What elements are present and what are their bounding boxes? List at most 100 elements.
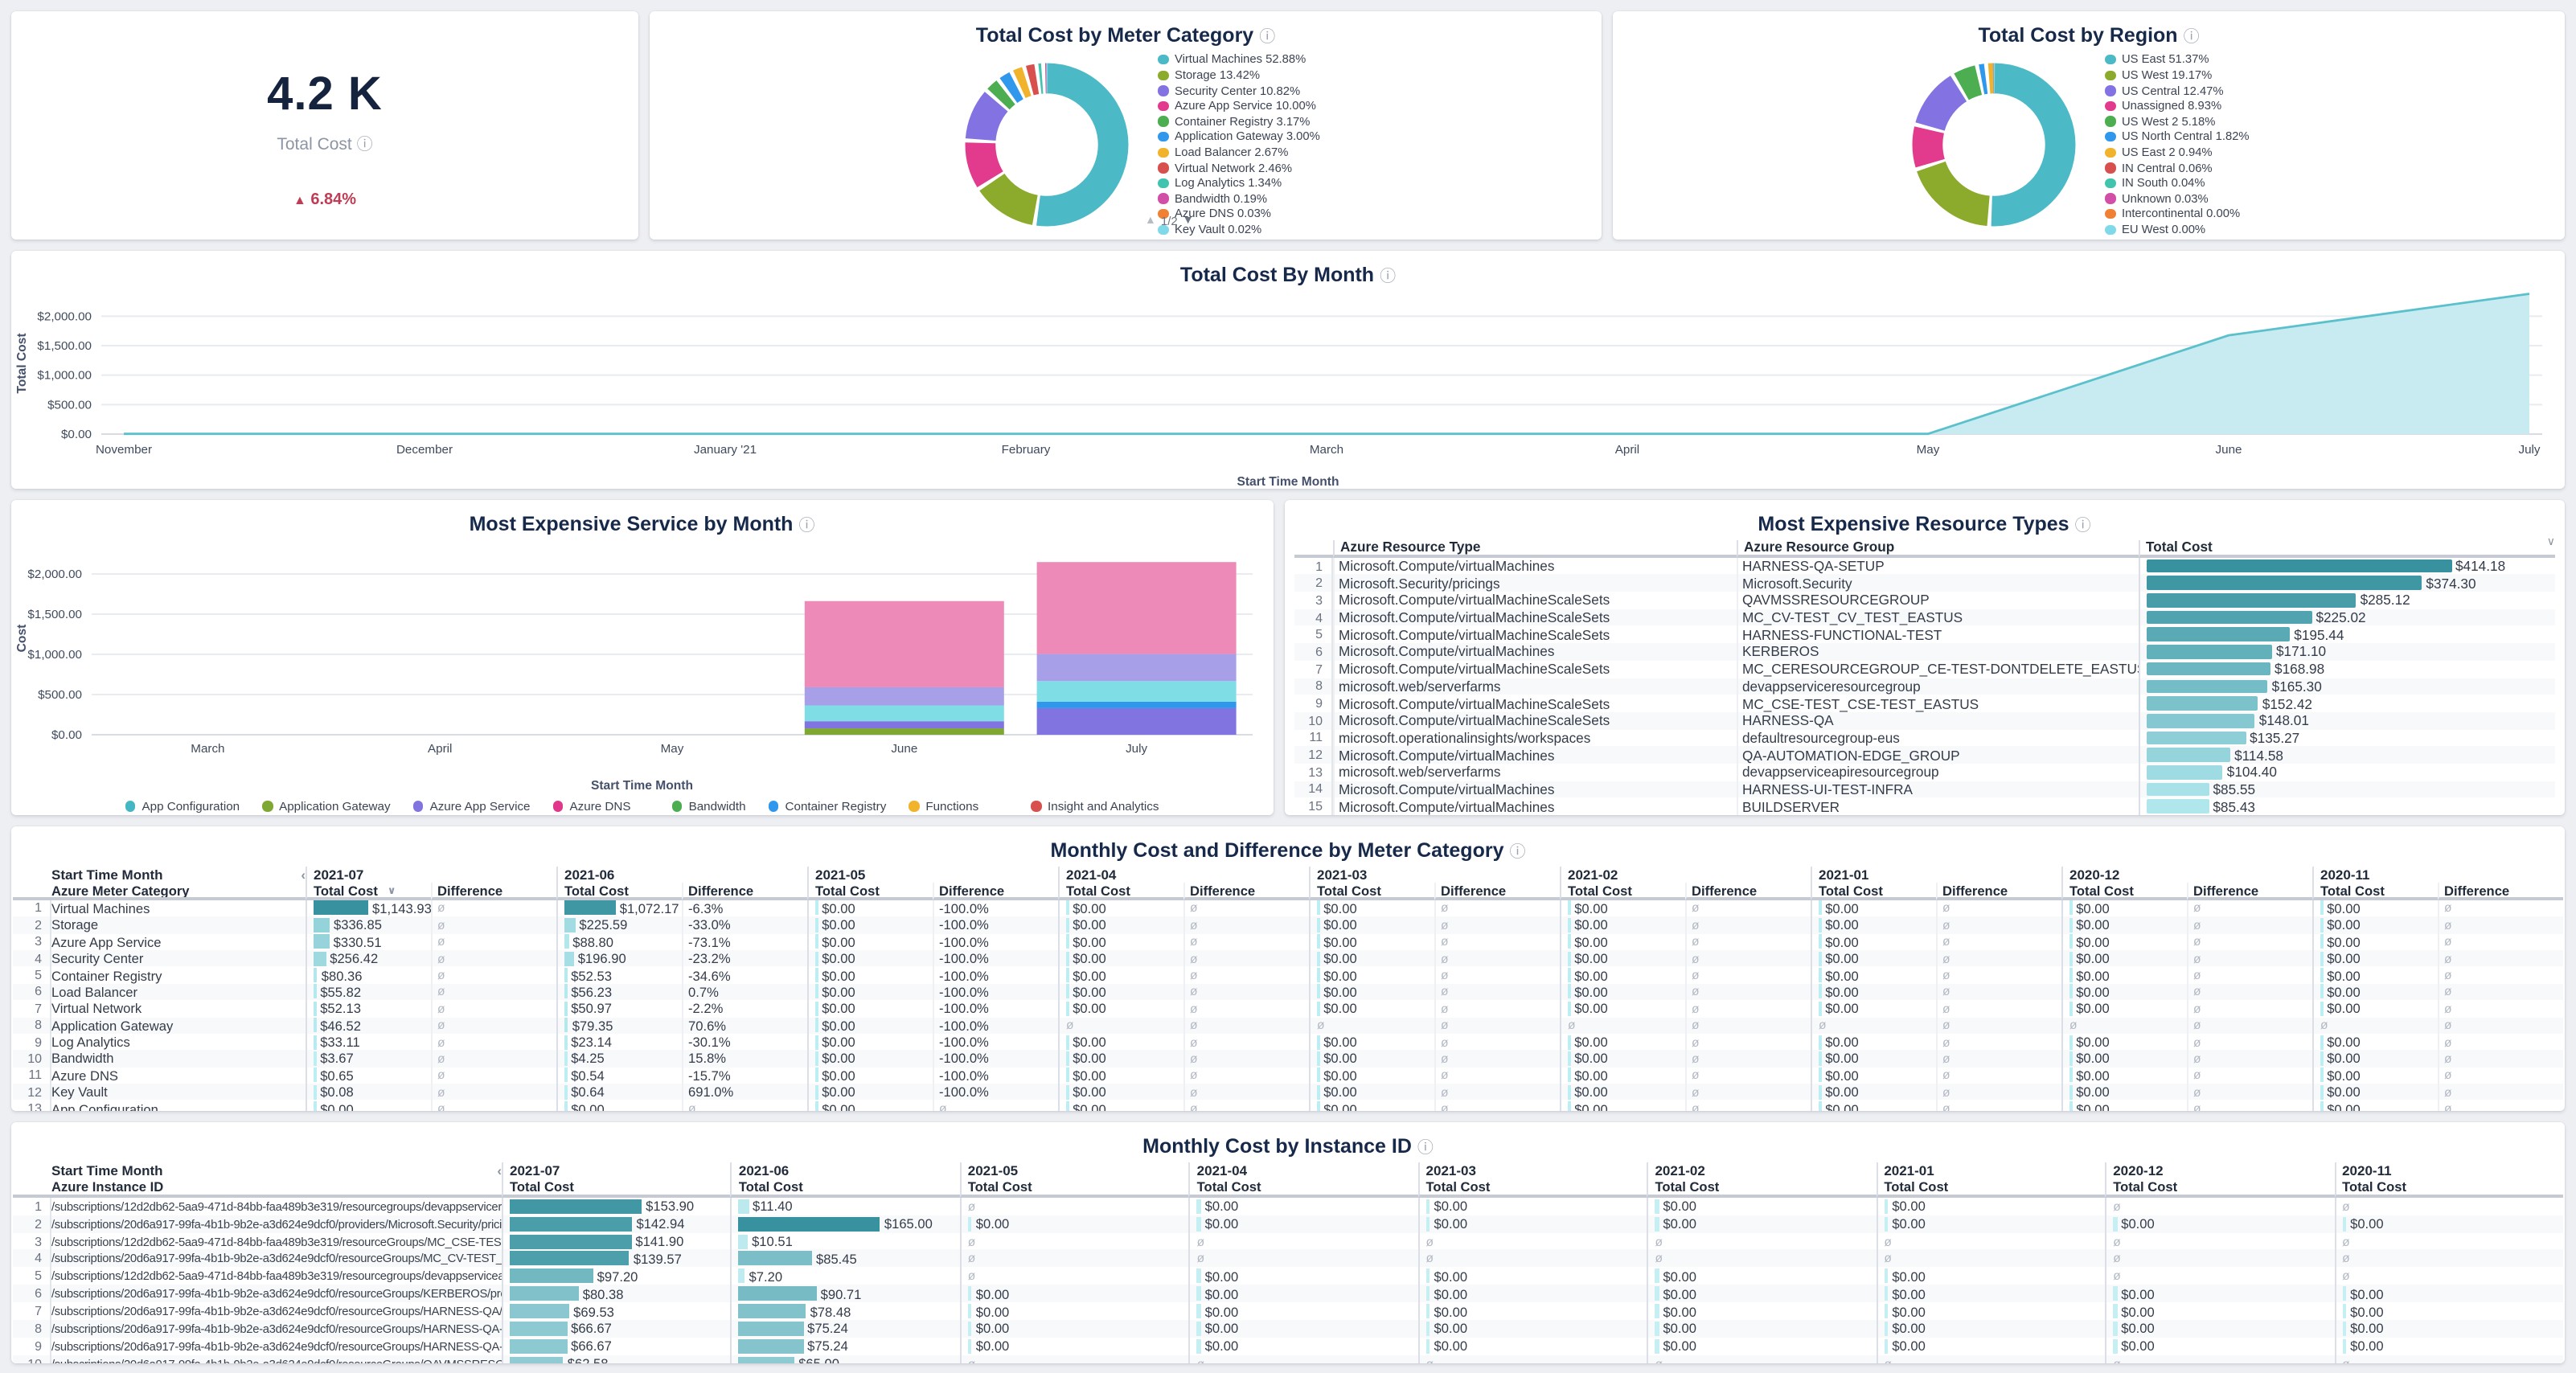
- legend-item[interactable]: Azure App Service: [413, 797, 531, 815]
- info-icon[interactable]: ⓘ: [798, 518, 814, 535]
- legend-item[interactable]: IN South 0.04%: [2105, 175, 2250, 191]
- legend-item[interactable]: Virtual Machines 52.88%: [1158, 52, 1320, 68]
- legend-item[interactable]: Container Registry: [769, 797, 887, 815]
- info-icon[interactable]: ⓘ: [357, 137, 373, 154]
- legend-item[interactable]: Azure App Service 10.00%: [1158, 98, 1320, 113]
- month-header[interactable]: 2021-06: [731, 1162, 960, 1180]
- meter-category-donut[interactable]: [952, 50, 1142, 240]
- difference-subheader[interactable]: Difference: [1936, 883, 2061, 900]
- sort-down-icon[interactable]: ∨: [2547, 535, 2555, 548]
- legend-item[interactable]: Bandwidth 0.19%: [1158, 191, 1320, 207]
- month-header[interactable]: 2020-11: [2334, 1162, 2563, 1180]
- total-cost-subheader[interactable]: Total Cost: [1876, 1180, 2105, 1198]
- info-icon[interactable]: ⓘ: [1380, 268, 1396, 286]
- page-up-icon[interactable]: ▲: [1145, 215, 1156, 227]
- total-cost-subheader[interactable]: Total Cost: [1058, 883, 1183, 900]
- legend-item[interactable]: Intercontinental 0.00%: [2105, 207, 2250, 222]
- sort-down-icon[interactable]: ∨: [388, 883, 396, 896]
- month-header[interactable]: 2021-01: [1876, 1162, 2105, 1180]
- total-cost-subheader[interactable]: Total Cost: [1309, 883, 1434, 900]
- bar-segment-storage[interactable]: [805, 687, 1004, 706]
- legend-item[interactable]: Application Gateway: [262, 797, 390, 815]
- legend-item[interactable]: EU West 0.00%: [2105, 222, 2250, 237]
- total-cost-subheader[interactable]: Total Cost: [731, 1180, 960, 1198]
- total-cost-subheader[interactable]: Total Cost: [502, 1180, 731, 1198]
- difference-subheader[interactable]: Difference: [1183, 883, 1309, 900]
- legend-item[interactable]: US North Central 1.82%: [2105, 129, 2250, 145]
- legend-item[interactable]: Application Gateway 3.00%: [1158, 129, 1320, 145]
- info-icon[interactable]: ⓘ: [2075, 518, 2091, 535]
- bar-segment-virtual-machines[interactable]: [1037, 562, 1237, 654]
- info-icon[interactable]: ⓘ: [2184, 29, 2200, 47]
- total-cost-subheader[interactable]: Total Cost: [1189, 1180, 1418, 1198]
- total-cost-area-chart[interactable]: $0.00$500.00$1,000.00$1,500.00$2,000.00N…: [11, 286, 2562, 469]
- bar-segment-container-registry[interactable]: [1037, 702, 1237, 708]
- total-cost-subheader[interactable]: Total Cost: [1647, 1180, 1876, 1198]
- month-header[interactable]: 2021-03: [1418, 1162, 1647, 1180]
- difference-subheader[interactable]: Difference: [431, 883, 556, 900]
- month-header[interactable]: 2021-04: [1058, 867, 1309, 883]
- legend-item[interactable]: US East 51.37%: [2105, 52, 2250, 68]
- total-cost-subheader[interactable]: Total Cost: [1418, 1180, 1647, 1198]
- column-header[interactable]: Azure Resource Type: [1332, 540, 1736, 557]
- service-stacked-bar-chart[interactable]: $0.00$500.00$1,000.00$1,500.00$2,000.00M…: [11, 535, 1265, 773]
- column-header[interactable]: Azure Resource Group: [1736, 540, 2138, 557]
- bar-segment-virtual-machines[interactable]: [805, 601, 1004, 687]
- month-header[interactable]: 2020-12: [2061, 867, 2312, 883]
- total-cost-subheader[interactable]: Total Cost: [2334, 1180, 2563, 1198]
- bar-segment-azure-app-service[interactable]: [1037, 708, 1237, 735]
- legend-item[interactable]: Virtual Network 2.46%: [1158, 160, 1320, 175]
- month-header[interactable]: 2020-12: [2105, 1162, 2334, 1180]
- total-cost-subheader[interactable]: Total Cost: [1560, 883, 1685, 900]
- month-header[interactable]: 2021-02: [1560, 867, 1811, 883]
- difference-subheader[interactable]: Difference: [2187, 883, 2312, 900]
- difference-subheader[interactable]: Difference: [682, 883, 807, 900]
- total-cost-subheader[interactable]: Total Cost: [960, 1180, 1189, 1198]
- legend-item[interactable]: US West 19.17%: [2105, 68, 2250, 83]
- month-header[interactable]: 2021-07: [502, 1162, 731, 1180]
- legend-item[interactable]: Functions: [909, 797, 1008, 815]
- month-header[interactable]: 2020-11: [2312, 867, 2563, 883]
- difference-subheader[interactable]: Difference: [1434, 883, 1560, 900]
- total-cost-subheader[interactable]: Total Cost: [2105, 1180, 2334, 1198]
- month-header[interactable]: 2021-04: [1189, 1162, 1418, 1180]
- month-header[interactable]: 2021-07: [306, 867, 556, 883]
- total-cost-subheader[interactable]: Total Cost: [807, 883, 933, 900]
- difference-subheader[interactable]: Difference: [2438, 883, 2563, 900]
- legend-item[interactable]: Storage 13.42%: [1158, 68, 1320, 83]
- legend-item[interactable]: IN Central 0.06%: [2105, 160, 2250, 175]
- total-cost-subheader[interactable]: Total Cost: [1811, 883, 1936, 900]
- legend-item[interactable]: US East 2 0.94%: [2105, 145, 2250, 160]
- bar-segment-storage[interactable]: [1037, 654, 1237, 682]
- legend-item[interactable]: US Central 12.47%: [2105, 83, 2250, 98]
- difference-subheader[interactable]: Difference: [1685, 883, 1811, 900]
- total-cost-subheader[interactable]: Total Cost: [556, 883, 682, 900]
- legend-item[interactable]: Container Registry 3.17%: [1158, 114, 1320, 129]
- region-donut[interactable]: [1899, 50, 2089, 240]
- month-header[interactable]: 2021-05: [960, 1162, 1189, 1180]
- legend-item[interactable]: Azure DNS: [553, 797, 650, 815]
- legend-item[interactable]: Load Balancer 2.67%: [1158, 145, 1320, 160]
- legend-item[interactable]: US West 2 5.18%: [2105, 114, 2250, 129]
- total-cost-subheader[interactable]: Total Cost: [2061, 883, 2187, 900]
- month-header[interactable]: 2021-01: [1811, 867, 2061, 883]
- total-cost-subheader[interactable]: Total Cost∨: [306, 883, 431, 900]
- legend-item[interactable]: App Configuration: [125, 797, 240, 815]
- legend-item[interactable]: Unassigned 8.93%: [2105, 98, 2250, 113]
- info-icon[interactable]: ⓘ: [1417, 1140, 1434, 1158]
- total-cost-subheader[interactable]: Total Cost: [2312, 883, 2438, 900]
- month-header[interactable]: 2021-06: [556, 867, 807, 883]
- bar-segment-security-center[interactable]: [805, 705, 1004, 721]
- bar-segment-application-gateway[interactable]: [805, 728, 1004, 735]
- difference-subheader[interactable]: Difference: [933, 883, 1058, 900]
- page-down-icon[interactable]: ▼: [1183, 215, 1194, 227]
- bar-segment-security-center[interactable]: [1037, 681, 1237, 702]
- month-header[interactable]: 2021-03: [1309, 867, 1560, 883]
- legend-item[interactable]: Log Analytics 1.34%: [1158, 175, 1320, 191]
- bar-segment-azure-app-service[interactable]: [805, 721, 1004, 728]
- column-header[interactable]: Total Cost: [2138, 540, 2555, 557]
- legend-item[interactable]: Unknown 0.03%: [2105, 191, 2250, 207]
- info-icon[interactable]: ⓘ: [1509, 844, 1525, 862]
- legend-item[interactable]: Security Center 10.82%: [1158, 83, 1320, 98]
- month-header[interactable]: 2021-02: [1647, 1162, 1876, 1180]
